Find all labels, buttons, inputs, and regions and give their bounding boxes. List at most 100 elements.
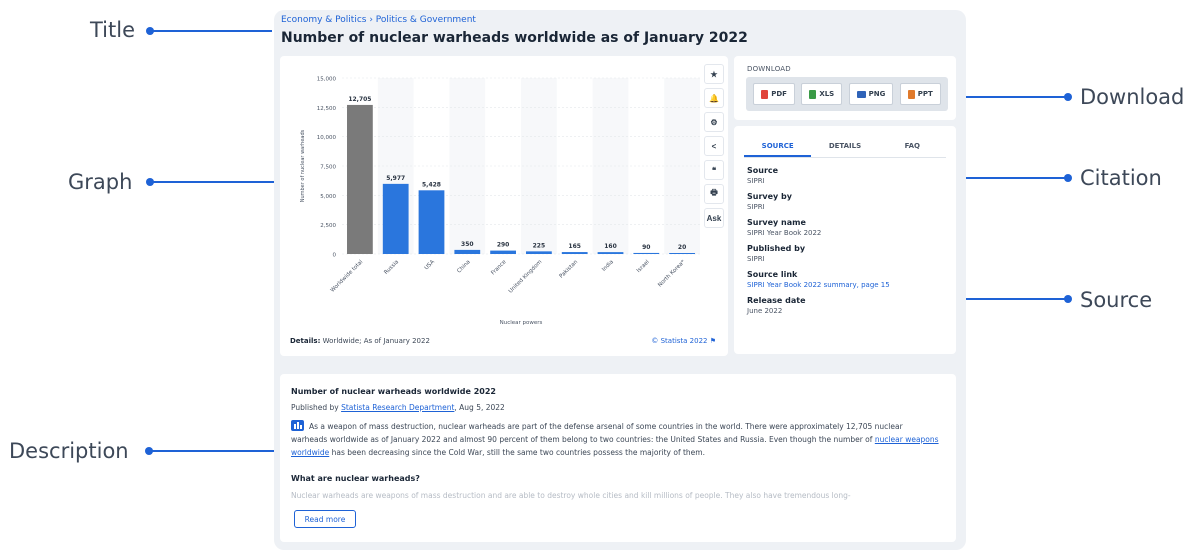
download-panel: DOWNLOAD PDF XLS PNG PPT bbox=[734, 56, 956, 120]
y-tick-label: 0 bbox=[333, 253, 337, 259]
data-label: 20 bbox=[678, 244, 686, 251]
x-axis-title: Nuclear powers bbox=[500, 320, 543, 326]
x-tick-label: USA bbox=[424, 259, 436, 271]
survey-by-item: Survey by SIPRI bbox=[747, 192, 947, 211]
bar-chart: 0 2,500 5,000 7,500 10,000 12,500 15,000 Number… bbox=[300, 77, 700, 326]
annotation-citation-label: Citation bbox=[1080, 166, 1162, 190]
share-icon[interactable]: < bbox=[704, 136, 724, 156]
download-png-button[interactable]: PNG bbox=[848, 83, 894, 105]
published-date: , Aug 5, 2022 bbox=[454, 403, 505, 412]
release-date-label: Release date bbox=[747, 296, 806, 305]
annotation-graph-label: Graph bbox=[68, 170, 133, 194]
source-value: SIPRI bbox=[747, 177, 765, 185]
statista-credit-link[interactable]: © Statista 2022 ⚑ bbox=[651, 337, 716, 345]
download-xls-button[interactable]: XLS bbox=[801, 83, 843, 105]
description-subheading: What are nuclear warheads? bbox=[291, 474, 420, 483]
x-tick-label: India bbox=[601, 259, 615, 273]
publisher-link[interactable]: Statista Research Department bbox=[341, 403, 454, 412]
favorite-star-icon[interactable]: ★ bbox=[704, 64, 724, 84]
data-label: 12,705 bbox=[348, 96, 371, 103]
survey-name-item: Survey name SIPRI Year Book 2022 bbox=[747, 218, 947, 237]
data-label: 5,428 bbox=[422, 181, 441, 188]
release-date-value: June 2022 bbox=[747, 307, 783, 315]
release-date-item: Release date June 2022 bbox=[747, 296, 947, 315]
download-pdf-label: PDF bbox=[771, 90, 787, 98]
description-body: As a weapon of mass destruction, nuclear… bbox=[291, 420, 941, 459]
tab-details[interactable]: DETAILS bbox=[811, 136, 878, 157]
x-tick-label: North Korea* bbox=[657, 259, 687, 289]
bar bbox=[561, 252, 588, 254]
source-label: Source bbox=[747, 166, 779, 175]
y-tick-label: 12,500 bbox=[317, 106, 337, 112]
bar bbox=[633, 252, 660, 254]
source-item: Source SIPRI bbox=[747, 166, 947, 185]
y-tick-label: 5,000 bbox=[320, 194, 336, 200]
data-label: 165 bbox=[568, 243, 581, 250]
ask-button[interactable]: Ask bbox=[704, 208, 724, 228]
description-text-1: As a weapon of mass destruction, nuclear… bbox=[291, 422, 903, 444]
annotation-download-label: Download bbox=[1080, 85, 1185, 109]
chart-details: Details: Worldwide; As of January 2022 bbox=[290, 337, 430, 345]
chart-details-text: Worldwide; As of January 2022 bbox=[322, 337, 430, 345]
bar bbox=[597, 252, 624, 254]
read-more-button[interactable]: Read more bbox=[294, 510, 356, 528]
x-tick-label: United Kingdom bbox=[508, 259, 543, 294]
x-tick-label: Pakistan bbox=[559, 259, 580, 280]
screenshot-stage: Title Graph Description Download Citatio… bbox=[0, 0, 1202, 552]
xls-file-icon bbox=[809, 89, 817, 99]
bar bbox=[347, 104, 373, 254]
published-by-item: Published by SIPRI bbox=[747, 244, 947, 263]
bar bbox=[490, 250, 516, 254]
download-title: DOWNLOAD bbox=[747, 65, 791, 73]
source-tabs: SOURCE DETAILS FAQ bbox=[744, 136, 946, 158]
source-link-item: Source link SIPRI Year Book 2022 summary… bbox=[747, 270, 947, 289]
data-label: 350 bbox=[461, 241, 474, 248]
survey-name-label: Survey name bbox=[747, 218, 806, 227]
source-link[interactable]: SIPRI Year Book 2022 summary, page 15 bbox=[747, 281, 947, 289]
download-xls-label: XLS bbox=[819, 90, 835, 98]
data-label: 5,977 bbox=[386, 175, 405, 182]
x-tick-label: Worldwide total bbox=[330, 259, 365, 294]
y-tick-label: 7,500 bbox=[320, 165, 336, 171]
pdf-file-icon bbox=[761, 89, 769, 99]
x-tick-label: France bbox=[490, 259, 508, 277]
description-published: Published by Statista Research Departmen… bbox=[291, 403, 505, 412]
description-text-2: has been decreasing since the Cold War, … bbox=[329, 448, 705, 457]
tab-source[interactable]: SOURCE bbox=[744, 136, 812, 157]
statista-chart-icon bbox=[291, 420, 304, 431]
annotation-title-line bbox=[150, 30, 272, 32]
bar bbox=[382, 183, 409, 254]
ppt-file-icon bbox=[907, 89, 915, 99]
y-tick-label: 15,000 bbox=[317, 77, 337, 83]
data-label: 225 bbox=[533, 242, 546, 249]
x-tick-label: China bbox=[456, 259, 471, 274]
download-pdf-button[interactable]: PDF bbox=[753, 83, 795, 105]
annotation-title-label: Title bbox=[90, 18, 136, 42]
page-title: Number of nuclear warheads worldwide as … bbox=[281, 30, 748, 46]
tab-faq[interactable]: FAQ bbox=[879, 136, 946, 157]
settings-gear-icon[interactable]: ⚙ bbox=[704, 112, 724, 132]
data-label: 160 bbox=[604, 243, 617, 250]
x-tick-label: Israel bbox=[636, 259, 651, 274]
download-png-label: PNG bbox=[868, 90, 886, 98]
print-icon[interactable]: 🖶 bbox=[704, 184, 724, 204]
published-by-label: Published by bbox=[747, 244, 806, 253]
download-buttons: PDF XLS PNG PPT bbox=[746, 77, 948, 111]
description-faded-text: Nuclear warheads are weapons of mass des… bbox=[291, 491, 851, 500]
survey-by-value: SIPRI bbox=[747, 203, 765, 211]
notification-bell-icon[interactable]: 🔔 bbox=[704, 88, 724, 108]
y-tick-label: 2,500 bbox=[320, 223, 336, 229]
statistic-card: Economy & Politics › Politics & Governme… bbox=[274, 10, 966, 550]
breadcrumb[interactable]: Economy & Politics › Politics & Governme… bbox=[281, 15, 476, 25]
description-panel: Number of nuclear warheads worldwide 202… bbox=[280, 374, 956, 542]
bar bbox=[526, 251, 552, 254]
source-link-label: Source link bbox=[747, 270, 798, 279]
y-tick-label: 10,000 bbox=[317, 135, 337, 141]
download-ppt-label: PPT bbox=[917, 90, 933, 98]
citation-quote-icon[interactable]: ❝ bbox=[704, 160, 724, 180]
download-ppt-button[interactable]: PPT bbox=[899, 83, 941, 105]
x-tick-label: Russia bbox=[383, 259, 400, 276]
description-title: Number of nuclear warheads worldwide 202… bbox=[291, 387, 496, 396]
source-list: Source SIPRI Survey by SIPRI Survey name… bbox=[747, 166, 947, 322]
source-panel: SOURCE DETAILS FAQ Source SIPRI Survey b… bbox=[734, 126, 956, 354]
